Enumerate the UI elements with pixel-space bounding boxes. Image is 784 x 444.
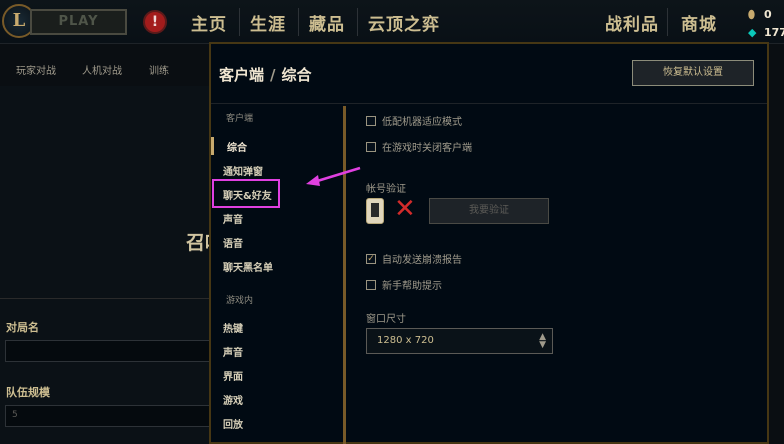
nav-divider (298, 8, 299, 36)
settings-modal: 客户端 / 综合 恢复默认设置 客户端 综合 通知弹窗 聊天&好友 声音 语音 聊天… (209, 42, 769, 444)
sidebar-divider (343, 106, 346, 444)
nav-loot[interactable]: 战利品 (605, 10, 659, 35)
nav-divider (357, 8, 358, 36)
low-spec-option[interactable]: 低配机器适应模式 (366, 113, 462, 128)
game-name-input[interactable] (5, 340, 215, 362)
nav-home[interactable]: 主页 (191, 10, 227, 35)
alert-icon[interactable]: ! (143, 10, 167, 34)
window-size-label: 窗口尺寸 (366, 314, 406, 325)
subnav-training[interactable]: 训练 (149, 62, 169, 77)
account-verify-label: 帐号验证 (366, 184, 406, 195)
play-button[interactable]: PLAY (30, 9, 127, 35)
close-x-icon: ✕ (394, 194, 416, 224)
low-spec-checkbox[interactable] (366, 115, 376, 126)
newbie-tips-checkbox[interactable] (366, 279, 376, 290)
sidebar-section-client: 客户端 (226, 114, 254, 124)
divider (0, 298, 210, 299)
currency-rp-icon: ◆ (748, 26, 757, 39)
sidebar-item-game[interactable]: 游戏 (223, 392, 243, 407)
team-size-label: 队伍规模 (6, 386, 50, 399)
sidebar-item-chat-blocklist[interactable]: 聊天黑名单 (223, 259, 273, 274)
modal-title: 客户端 / 综合 (219, 64, 312, 85)
title-separator: / (270, 66, 276, 84)
newbie-tips-option[interactable]: 新手帮助提示 (366, 277, 442, 292)
verify-button[interactable]: 我要验证 (429, 198, 549, 224)
team-size-input[interactable]: 5 (5, 405, 215, 427)
restore-defaults-button[interactable]: 恢复默认设置 (632, 60, 754, 86)
sidebar-item-hotkeys[interactable]: 热键 (223, 320, 243, 335)
subnav-pvp[interactable]: 玩家对战 (16, 62, 56, 77)
top-nav-bar: L PLAY ! 主页 生涯 藏品 云顶之弈 战利品 商城 ⬮ 0 ◆ 177 (0, 0, 784, 44)
sidebar-item-voice[interactable]: 语音 (223, 235, 243, 250)
sidebar-item-notifications[interactable]: 通知弹窗 (223, 163, 263, 178)
sidebar-item-game-sound[interactable]: 声音 (223, 344, 243, 359)
nav-divider (239, 8, 240, 36)
title-section: 客户端 (219, 66, 265, 84)
sidebar-item-sound[interactable]: 声音 (223, 211, 243, 226)
close-in-game-label: 在游戏时关闭客户端 (382, 143, 472, 154)
sidebar-item-replays[interactable]: 回放 (223, 416, 243, 431)
newbie-tips-label: 新手帮助提示 (382, 281, 442, 292)
window-size-value: 1280 x 720 (377, 335, 434, 346)
phone-icon (366, 198, 384, 224)
nav-collection[interactable]: 藏品 (309, 10, 345, 35)
nav-profile[interactable]: 生涯 (250, 10, 286, 35)
sidebar-section-ingame: 游戏内 (226, 296, 254, 306)
low-spec-label: 低配机器适应模式 (382, 117, 462, 128)
close-in-game-option[interactable]: 在游戏时关闭客户端 (366, 139, 472, 154)
highlight-box (212, 179, 280, 208)
crash-report-label: 自动发送崩溃报告 (382, 255, 462, 266)
crash-report-option[interactable]: ✓ 自动发送崩溃报告 (366, 251, 462, 266)
annotation-arrow-icon (306, 166, 361, 186)
nav-store[interactable]: 商城 (681, 10, 717, 35)
active-indicator (211, 137, 214, 155)
currency-be-value: 0 (764, 8, 772, 21)
currency-rp-value: 177 (764, 26, 784, 39)
updown-chevron-icon: ▲ ▼ (539, 332, 546, 350)
nav-tft[interactable]: 云顶之弈 (368, 10, 440, 35)
title-page: 综合 (281, 66, 312, 84)
currency-be-icon: ⬮ (748, 8, 755, 21)
close-in-game-checkbox[interactable] (366, 141, 376, 152)
subnav-coop[interactable]: 人机对战 (82, 62, 122, 77)
sidebar-item-interface[interactable]: 界面 (223, 368, 243, 383)
nav-divider (667, 8, 668, 36)
sidebar-item-general[interactable]: 综合 (227, 139, 247, 154)
crash-report-checkbox[interactable]: ✓ (366, 253, 376, 264)
window-size-select[interactable]: 1280 x 720 ▲ ▼ (366, 328, 553, 354)
game-name-label: 对局名 (6, 321, 39, 334)
